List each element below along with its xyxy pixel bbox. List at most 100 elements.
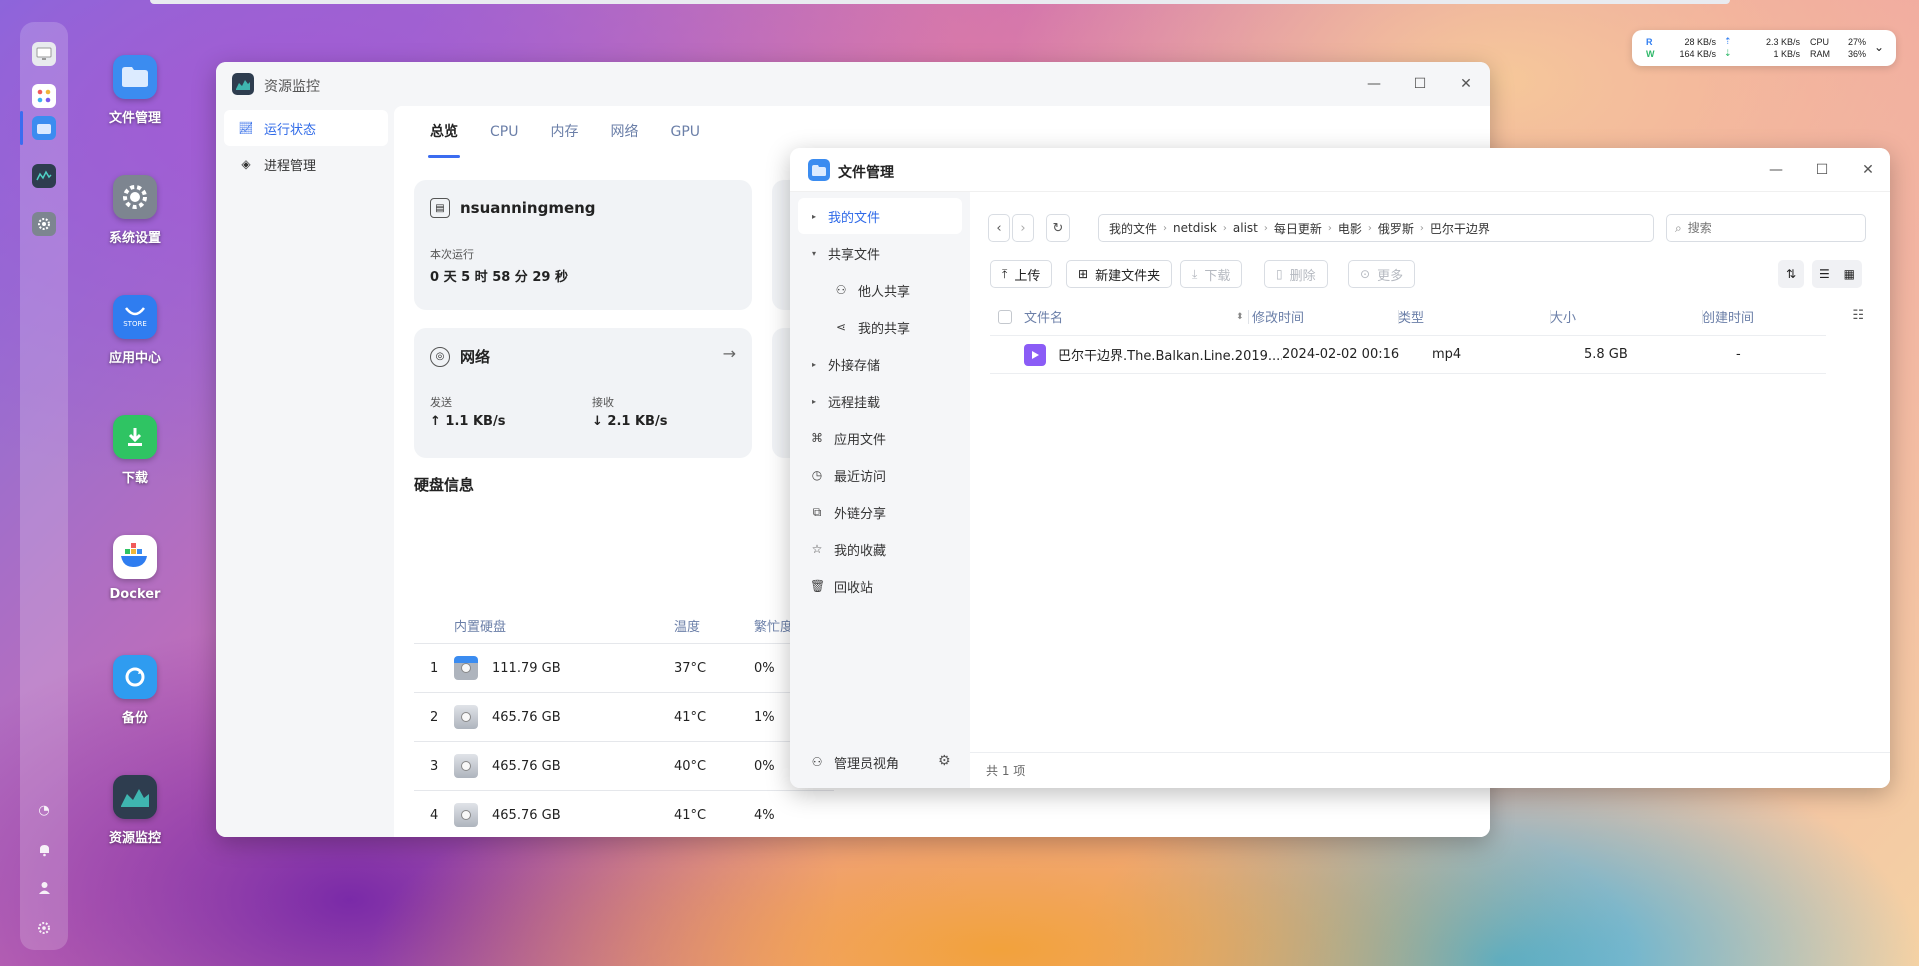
gear-icon[interactable]	[36, 920, 52, 936]
disk-size: 465.76 GB	[492, 758, 561, 774]
file-row[interactable]: 巴尔干边界.The.Balkan.Line.2019.... 2024-02-0…	[990, 336, 1826, 374]
desktop-icon-settings[interactable]: 系统设置	[95, 175, 175, 246]
nav-external-storage[interactable]: ▸ 外接存储	[798, 346, 962, 382]
sort-caret-icon[interactable]: ⬍	[1236, 312, 1248, 322]
resource-monitor-icon[interactable]	[32, 164, 56, 188]
forward-button[interactable]: ›	[1012, 214, 1034, 242]
breadcrumb-item[interactable]: alist	[1233, 221, 1258, 235]
disk-index: 3	[430, 758, 439, 774]
bell-icon[interactable]	[36, 842, 52, 858]
file-list-header: 文件名 ⬍ 修改时间 类型 大小 创建时间	[990, 298, 1826, 336]
resource-monitor-titlebar[interactable]: 资源监控 — ☐ ✕	[216, 62, 1490, 106]
backup-icon	[113, 655, 157, 699]
window-title: 文件管理	[838, 165, 894, 181]
user-icon[interactable]	[36, 880, 52, 896]
tab-memory[interactable]: 内存	[534, 106, 594, 158]
docker-icon	[113, 535, 157, 579]
close-button[interactable]: ✕	[1858, 160, 1878, 180]
breadcrumb-item[interactable]: 巴尔干边界	[1430, 220, 1490, 237]
hdd-icon	[454, 754, 478, 778]
breadcrumb-item[interactable]: netdisk	[1173, 221, 1217, 235]
close-button[interactable]: ✕	[1456, 74, 1476, 94]
nav-shared-with-me[interactable]: ⚇ 他人共享	[798, 272, 962, 308]
disk-busy: 4%	[754, 807, 775, 823]
upload-button[interactable]: ⤒ 上传	[990, 260, 1053, 288]
nav-my-shares[interactable]: ⋖ 我的共享	[798, 309, 962, 345]
back-button[interactable]: ‹	[988, 214, 1010, 242]
nav-process-management[interactable]: ◈ 进程管理	[224, 146, 388, 182]
nav-app-files[interactable]: ⌘ 应用文件	[798, 420, 962, 456]
desktop-icon-docker[interactable]: Docker	[95, 535, 175, 602]
file-type: mp4	[1432, 347, 1462, 362]
col-filename[interactable]: 文件名	[1024, 307, 1236, 326]
nav-my-files[interactable]: ▸ 我的文件	[798, 198, 962, 234]
search-input[interactable]	[1687, 221, 1848, 235]
refresh-button[interactable]: ↻	[1046, 214, 1070, 242]
nav-remote-mount[interactable]: ▸ 远程挂载	[798, 383, 962, 419]
nav-favorites[interactable]: ☆ 我的收藏	[798, 531, 962, 567]
file-manager-icon[interactable]	[32, 116, 56, 140]
more-button[interactable]: ⊙ 更多	[1348, 260, 1416, 288]
chevron-right-icon: ›	[1367, 222, 1372, 234]
monitor-icon[interactable]	[32, 42, 56, 66]
col-size[interactable]: 大小	[1550, 307, 1702, 326]
system-card: ▤ nsuanningmeng 本次运行 0 天 5 时 58 分 29 秒	[414, 180, 752, 310]
nav-runtime-status[interactable]: 📈︎ 运行状态	[224, 110, 388, 146]
settings-gear-icon[interactable]: ⚙	[938, 753, 951, 769]
breadcrumb-item[interactable]: 每日更新	[1274, 220, 1322, 237]
tab-cpu[interactable]: CPU	[474, 106, 534, 158]
breadcrumb-item[interactable]: 俄罗斯	[1378, 220, 1414, 237]
col-internal-disk: 内置硬盘	[454, 620, 507, 635]
disk-busy: 0%	[754, 758, 775, 774]
disk-row[interactable]: 4 465.76 GB 41°C 4%	[414, 791, 834, 837]
chevron-right-icon: ›	[1419, 222, 1424, 234]
select-all-checkbox[interactable]	[998, 309, 1012, 324]
network-card[interactable]: ◎ 网络 → 发送 ↑ 1.1 KB/s 接收 ↓ 2.1 KB/s	[414, 328, 752, 458]
disk-temp: 40°C	[674, 758, 707, 774]
tab-gpu[interactable]: GPU	[654, 106, 716, 158]
nav-recent[interactable]: ◷ 最近访问	[798, 457, 962, 493]
col-modified[interactable]: 修改时间	[1248, 307, 1398, 326]
search-box[interactable]: ⌕	[1666, 214, 1866, 242]
disk-row[interactable]: 2 465.76 GB 41°C 1%	[414, 693, 834, 742]
nav-external-link-share[interactable]: ⧉ 外链分享	[798, 494, 962, 530]
column-settings-icon[interactable]: ☷	[1852, 308, 1864, 323]
network-card-header: ◎ 网络	[430, 346, 490, 367]
delete-button[interactable]: ▯ 删除	[1264, 260, 1328, 288]
tab-overview[interactable]: 总览	[414, 106, 474, 158]
apps-grid-icon[interactable]	[32, 84, 56, 108]
nav-label: 外接存储	[828, 358, 881, 374]
minimize-button[interactable]: —	[1364, 74, 1384, 94]
chevron-down-icon[interactable]: ⌄	[1874, 40, 1884, 54]
tab-network[interactable]: 网络	[594, 106, 654, 158]
maximize-button[interactable]: ☐	[1410, 74, 1430, 94]
breadcrumb-item[interactable]: 电影	[1338, 220, 1362, 237]
desktop-icon-backup[interactable]: 备份	[95, 655, 175, 726]
nav-shared-files[interactable]: ▾ 共享文件	[798, 235, 962, 271]
list-view-icon[interactable]: ☰	[1819, 267, 1830, 281]
new-folder-button[interactable]: ⊞ 新建文件夹	[1066, 260, 1173, 288]
caret-right-icon: ▸	[811, 211, 816, 221]
nav-recycle-bin[interactable]: 🗑︎ 回收站	[798, 568, 962, 604]
clock-icon[interactable]: ◔	[36, 802, 52, 818]
desktop-icon-app-center[interactable]: STORE 应用中心	[95, 295, 175, 366]
breadcrumb-item[interactable]: 我的文件	[1109, 220, 1157, 237]
disk-row[interactable]: 1 111.79 GB 37°C 0%	[414, 644, 834, 693]
external-link-icon: ⧉	[812, 504, 822, 519]
disk-row[interactable]: 3 465.76 GB 40°C 0%	[414, 742, 834, 791]
download-button[interactable]: ⤓ 下载	[1180, 260, 1243, 288]
settings-icon[interactable]	[32, 212, 56, 236]
col-type[interactable]: 类型	[1398, 307, 1550, 326]
arrow-right-icon[interactable]: →	[723, 344, 736, 363]
desktop-icon-resource-monitor[interactable]: 资源监控	[95, 775, 175, 846]
nav-label: 我的文件	[828, 210, 881, 226]
system-status-widget[interactable]: R W 28 KB/s 164 KB/s ⇡ ⇣ 2.3 KB/s 1 KB/s…	[1632, 30, 1896, 66]
minimize-button[interactable]: —	[1766, 160, 1786, 180]
col-created[interactable]: 创建时间	[1702, 307, 1754, 326]
grid-view-icon[interactable]: ▦	[1844, 267, 1855, 281]
maximize-button[interactable]: ☐	[1812, 160, 1832, 180]
file-manager-titlebar[interactable]: 文件管理 — ☐ ✕	[790, 148, 1890, 192]
sort-button[interactable]: ⇅	[1778, 260, 1804, 288]
desktop-icon-file-manager[interactable]: 文件管理	[95, 55, 175, 126]
desktop-icon-download[interactable]: 下载	[95, 415, 175, 486]
